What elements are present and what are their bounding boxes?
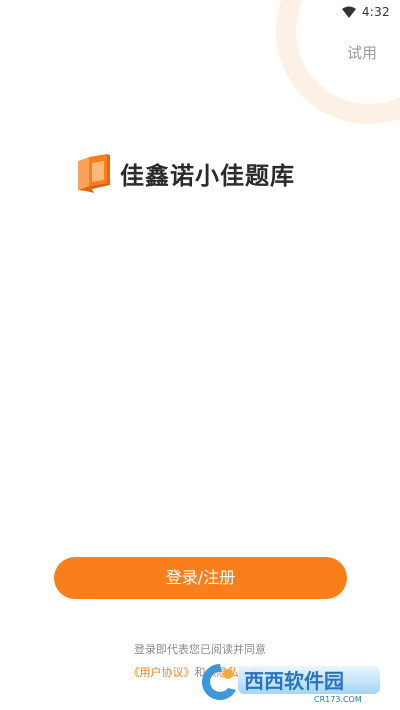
watermark-url: CR173.COM <box>314 695 362 704</box>
wifi-icon <box>341 6 356 18</box>
status-bar: 4:32 <box>341 3 390 21</box>
app-logo: 佳鑫诺小佳题库 <box>76 152 295 194</box>
trial-button[interactable]: 试用 <box>340 42 384 64</box>
watermark-logo: 西西软件园 CR173.COM <box>201 663 380 704</box>
watermark-brand: 西西软件园 <box>244 669 344 693</box>
login-register-button[interactable]: 登录/注册 <box>54 557 347 599</box>
status-time: 4:32 <box>361 5 390 19</box>
splash-login-screen: 4:32 试用 佳鑫诺小佳题库 登录/注册 登录即代表您已阅读并同意 《用户协议… <box>0 0 400 710</box>
agreement-notice: 登录即代表您已阅读并同意 <box>134 643 266 656</box>
user-agreement-link[interactable]: 《用户协议》 <box>129 666 195 679</box>
open-book-icon <box>78 154 110 193</box>
app-name: 佳鑫诺小佳题库 <box>120 161 295 190</box>
